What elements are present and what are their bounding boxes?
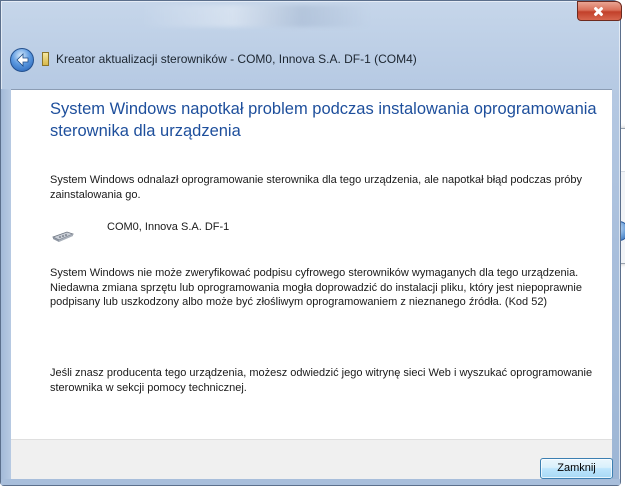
dialog-footer: Zamknij	[11, 439, 613, 480]
device-name: COM0, Innova S.A. DF-1	[107, 221, 230, 233]
dialog-heading: System Windows napotkał problem podczas …	[50, 100, 597, 140]
title-bar-glass	[141, 5, 371, 27]
wizard-icon	[42, 52, 49, 66]
window-close-button[interactable]	[577, 1, 622, 21]
error-text: System Windows nie może zweryfikować pod…	[50, 267, 582, 308]
screen: Kreator aktualizacji sterowników - COM0,…	[0, 0, 625, 487]
back-arrow-icon	[16, 53, 29, 67]
frame-bottom-border	[1, 479, 620, 485]
back-button[interactable]	[10, 48, 34, 72]
close-dialog-button[interactable]: Zamknij	[540, 458, 613, 479]
title-bar: Kreator aktualizacji sterowników - COM0,…	[1, 1, 622, 89]
help-text: Jeśli znasz producenta tego urządzenia, …	[50, 367, 593, 394]
frame-left-border	[1, 89, 11, 479]
window-title: Kreator aktualizacji sterowników - COM0,…	[56, 52, 417, 66]
serial-port-icon	[51, 231, 75, 242]
dialog-content: System Windows napotkał problem podczas …	[11, 89, 612, 439]
driver-update-dialog: Kreator aktualizacji sterowników - COM0,…	[0, 0, 622, 486]
intro-text: System Windows odnalazł oprogramowanie s…	[50, 174, 582, 201]
